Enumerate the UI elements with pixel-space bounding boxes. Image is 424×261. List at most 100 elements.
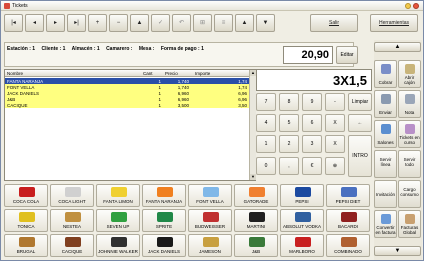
- product-label: MARTINI: [246, 224, 266, 229]
- product-button[interactable]: JOHNNIE WALKER: [96, 234, 140, 257]
- row-amount: 1,74: [238, 78, 247, 84]
- tickets-in-progress-button[interactable]: Tickets en curso: [398, 120, 421, 148]
- scroll-down-button[interactable]: ▼: [256, 14, 275, 32]
- rooms-button[interactable]: Salones: [374, 120, 397, 148]
- product-button[interactable]: BACARDI: [326, 209, 370, 232]
- convert-invoice-button[interactable]: Convertir en factura: [374, 210, 397, 238]
- key-4[interactable]: 4: [256, 114, 276, 132]
- clear-button[interactable]: Limpiar: [348, 93, 372, 111]
- product-button[interactable]: FANTA NARANJA: [142, 184, 186, 207]
- open-drawer-button[interactable]: Abrir cajón: [398, 60, 421, 88]
- product-button[interactable]: FANTA LIMON: [96, 184, 140, 207]
- column-header-amount[interactable]: Importe: [195, 71, 210, 76]
- product-button[interactable]: GATORADE: [234, 184, 278, 207]
- undo-icon-button[interactable]: ↶: [172, 14, 191, 32]
- key-1[interactable]: 1: [256, 135, 276, 153]
- product-button[interactable]: MARLBORO: [280, 234, 324, 257]
- product-button[interactable]: JAMESON: [188, 234, 232, 257]
- column-header-name[interactable]: Nombre: [7, 71, 23, 76]
- sidebar-scroll-down-button[interactable]: ▼: [374, 246, 421, 256]
- note-button[interactable]: Nota: [398, 90, 421, 118]
- product-button[interactable]: COCA LIGHT: [50, 184, 94, 207]
- invitation-button[interactable]: Invitación: [374, 180, 397, 208]
- key-multiply[interactable]: X: [325, 114, 345, 132]
- row-qty: 1: [158, 90, 161, 96]
- toolbar: |◂ ◂ ▸ ▸| + − ▲ ✓ ↶ ⊞ ≡ ▲ ▼ Salir Herram…: [4, 14, 418, 36]
- backspace-button[interactable]: ←: [348, 114, 372, 132]
- tools-button[interactable]: Herramientas: [370, 14, 418, 32]
- open-drawer-label: Abrir cajón: [404, 75, 415, 85]
- charge-button[interactable]: Cobrar: [374, 60, 397, 88]
- minimize-button[interactable]: [405, 3, 411, 9]
- row-price: 6,960: [177, 90, 189, 96]
- product-button[interactable]: SPRITE: [142, 209, 186, 232]
- product-label: BRUGAL: [16, 249, 36, 254]
- first-record-button[interactable]: |◂: [4, 14, 23, 32]
- enter-button[interactable]: INTRO: [348, 135, 372, 177]
- charge-consumption-button[interactable]: Cargo consumo: [398, 180, 421, 208]
- edit-button[interactable]: Editar: [336, 46, 358, 64]
- product-label: SEVEN UP: [106, 224, 130, 229]
- product-button[interactable]: JACK DANIELS: [142, 234, 186, 257]
- key-minus[interactable]: -: [325, 93, 345, 111]
- list-icon-button[interactable]: ≡: [214, 14, 233, 32]
- rooms-label: Salones: [377, 140, 394, 145]
- product-label: COCA LIGHT: [58, 199, 86, 204]
- table-row[interactable]: CACIQUE 1 3,500 3,50: [5, 102, 249, 108]
- serve-line-button[interactable]: Servir línea: [374, 150, 397, 178]
- product-button[interactable]: ABSOLUT VODKA: [280, 209, 324, 232]
- row-price: 6,960: [177, 96, 189, 102]
- product-button[interactable]: COCA COLA: [4, 184, 48, 207]
- column-header-price[interactable]: Precio: [165, 71, 178, 76]
- delete-record-button[interactable]: −: [109, 14, 128, 32]
- grid-icon-button[interactable]: ⊞: [193, 14, 212, 32]
- next-record-button[interactable]: ▸: [46, 14, 65, 32]
- key-5[interactable]: 5: [279, 114, 299, 132]
- key-7[interactable]: 7: [256, 93, 276, 111]
- confirm-icon-button[interactable]: ✓: [151, 14, 170, 32]
- key-8[interactable]: 8: [279, 93, 299, 111]
- last-record-button[interactable]: ▸|: [67, 14, 86, 32]
- product-button[interactable]: PEPSI: [280, 184, 324, 207]
- fanta-naranja-icon: [157, 187, 173, 197]
- key-6[interactable]: 6: [302, 114, 322, 132]
- ticket-scrollbar[interactable]: ▲ ▼: [249, 70, 256, 180]
- product-button[interactable]: J&B: [234, 234, 278, 257]
- send-button[interactable]: Enviar: [374, 90, 397, 118]
- product-button[interactable]: FONT VELLA: [188, 184, 232, 207]
- key-x[interactable]: X: [325, 135, 345, 153]
- product-button[interactable]: SEVEN UP: [96, 209, 140, 232]
- key-9[interactable]: 9: [302, 93, 322, 111]
- previous-record-button[interactable]: ◂: [25, 14, 44, 32]
- product-button[interactable]: BUDWEISSER: [188, 209, 232, 232]
- product-button[interactable]: COMBINADO: [326, 234, 370, 257]
- key-0[interactable]: 0: [256, 157, 276, 175]
- charge-label: Cobrar: [378, 80, 393, 85]
- key-comma[interactable]: ,: [279, 157, 299, 175]
- add-record-button[interactable]: +: [88, 14, 107, 32]
- global-invoices-button[interactable]: Facturas Global: [398, 210, 421, 238]
- send-label: Enviar: [379, 110, 392, 115]
- sidebar-scroll-up-button[interactable]: ▲: [374, 42, 421, 52]
- product-label: JAMESON: [199, 249, 221, 254]
- product-label: BACARDI: [337, 224, 358, 229]
- warehouse-label: Almacén : 1: [71, 46, 100, 52]
- product-button[interactable]: NESTEA: [50, 209, 94, 232]
- scroll-up-button[interactable]: ▲: [235, 14, 254, 32]
- product-button[interactable]: CACIQUE: [50, 234, 94, 257]
- key-euro[interactable]: €: [302, 157, 322, 175]
- product-button[interactable]: BRUGAL: [4, 234, 48, 257]
- serve-all-button[interactable]: Servir todo: [398, 150, 421, 178]
- key-2[interactable]: 2: [279, 135, 299, 153]
- product-button[interactable]: TONICA: [4, 209, 48, 232]
- close-button[interactable]: [413, 3, 419, 9]
- brugal-icon: [19, 237, 35, 247]
- key-extra[interactable]: ⊕: [325, 157, 345, 175]
- product-button[interactable]: PEPSI DIET: [326, 184, 370, 207]
- up-button[interactable]: ▲: [130, 14, 149, 32]
- key-3[interactable]: 3: [302, 135, 322, 153]
- product-button[interactable]: MARTINI: [234, 209, 278, 232]
- absolut-vodka-icon: [295, 212, 311, 222]
- exit-button[interactable]: Salir: [310, 14, 358, 32]
- column-header-qty[interactable]: Cant: [143, 71, 153, 76]
